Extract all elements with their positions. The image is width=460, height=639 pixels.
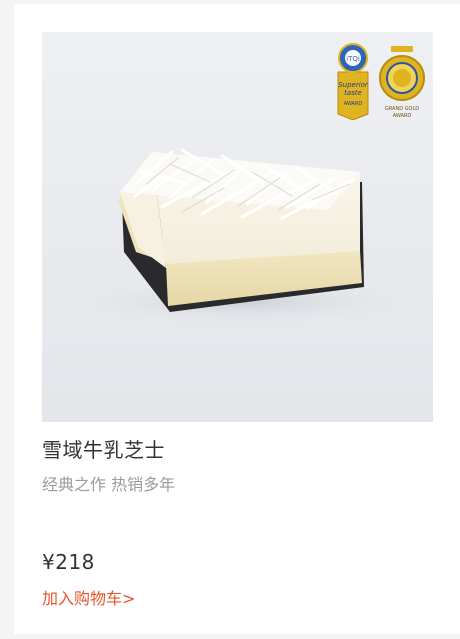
superior-taste-award-badge-icon: iTQi Superior taste AWARD — [337, 43, 369, 120]
svg-text:GRAND GOLD: GRAND GOLD — [385, 106, 419, 112]
product-price: ¥218 — [42, 550, 95, 574]
svg-text:Superior: Superior — [338, 81, 369, 89]
product-card[interactable]: iTQi Superior taste AWARD GRAND GOLD AWA… — [14, 4, 460, 634]
grand-gold-award-medal-icon: GRAND GOLD AWARD — [379, 46, 425, 119]
product-title[interactable]: 雪域牛乳芝士 — [42, 434, 165, 463]
svg-text:taste: taste — [344, 89, 362, 97]
svg-text:AWARD: AWARD — [344, 101, 363, 107]
cake-illustration — [72, 148, 412, 324]
product-tagline: 经典之作 热销多年 — [42, 475, 176, 494]
svg-text:iTQi: iTQi — [346, 55, 360, 63]
svg-text:AWARD: AWARD — [393, 113, 412, 119]
add-to-cart-link[interactable]: 加入购物车> — [42, 585, 135, 609]
product-image[interactable]: iTQi Superior taste AWARD GRAND GOLD AWA… — [42, 32, 433, 422]
